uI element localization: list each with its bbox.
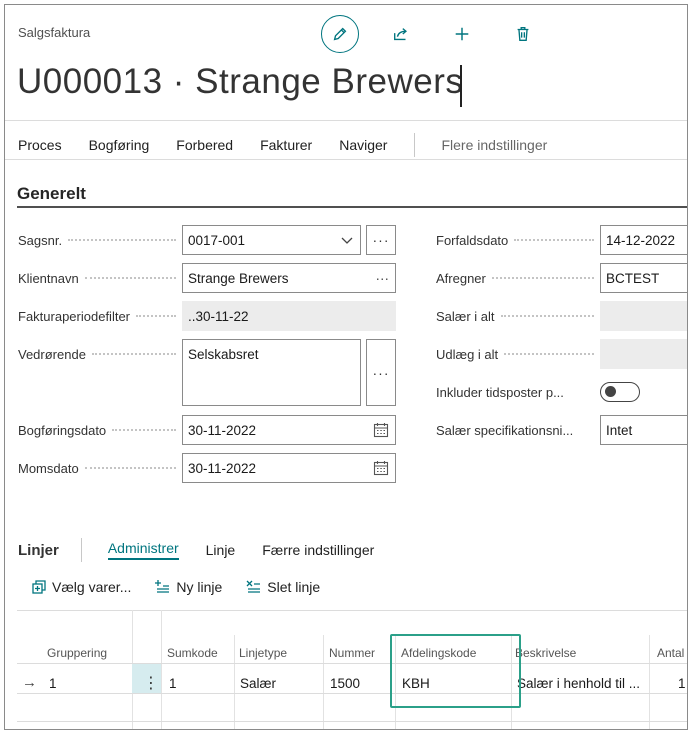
- field-label-vedroerende: Vedrørende: [18, 344, 176, 364]
- cell-gruppering[interactable]: 1: [49, 676, 57, 691]
- cell-sumkode[interactable]: 1: [169, 676, 177, 691]
- udlaeg-i-alt-field: [600, 339, 687, 369]
- field-label-sagsnr: Sagsnr.: [18, 230, 176, 250]
- add-icon[interactable]: [443, 15, 481, 53]
- column-header-antal[interactable]: Antal: [657, 646, 684, 660]
- field-label-afregner: Afregner: [436, 268, 594, 288]
- divider: [5, 120, 687, 121]
- new-line-icon: [155, 580, 170, 593]
- select-items-icon: [32, 580, 46, 594]
- table-row-border: [17, 693, 687, 694]
- page-toolbar: [321, 15, 542, 53]
- row-current-arrow-icon: →: [22, 674, 37, 691]
- grid-column-divider: [234, 635, 235, 729]
- section-underline: [17, 206, 687, 208]
- field-label-klientnavn: Klientnavn: [18, 268, 176, 288]
- action-naviger[interactable]: Naviger: [339, 137, 387, 153]
- bogfoeringsdato-input[interactable]: 30-11-2022: [182, 415, 396, 445]
- column-header-nummer[interactable]: Nummer: [329, 646, 375, 660]
- window: Salgsfaktura U000013 · Strange Brewers P…: [4, 4, 688, 730]
- salaer-specifikation-select[interactable]: Intet: [600, 415, 687, 445]
- afdelingskode-highlight: [390, 634, 521, 708]
- fakturaperiodefilter-field: ..30-11-22: [182, 301, 396, 331]
- table-row-border: [17, 721, 687, 722]
- table-row-border: [17, 663, 687, 664]
- divider: [5, 159, 687, 160]
- row-menu-icon[interactable]: ⋮: [143, 673, 159, 693]
- vedroerende-textarea[interactable]: Selskabsret: [182, 339, 361, 406]
- afregner-input[interactable]: BCTEST: [600, 263, 687, 293]
- cell-beskrivelse[interactable]: Salær i henhold til ...: [517, 676, 647, 691]
- chevron-down-icon[interactable]: [340, 233, 354, 247]
- field-label-bogfoeringsdato: Bogføringsdato: [18, 420, 176, 440]
- column-header-sumkode[interactable]: Sumkode: [167, 646, 218, 660]
- calendar-icon[interactable]: [373, 422, 389, 438]
- edit-icon[interactable]: [321, 15, 359, 53]
- share-icon[interactable]: [382, 15, 420, 53]
- field-label-udlaeg-i-alt: Udlæg i alt: [436, 344, 594, 364]
- inkluder-tidsposter-toggle[interactable]: [600, 382, 640, 402]
- action-more-options[interactable]: Flere indstillinger: [441, 137, 547, 153]
- field-label-fakturaperiodefilter: Fakturaperiodefilter: [18, 306, 176, 326]
- tab-faerre-indstillinger[interactable]: Færre indstillinger: [262, 542, 374, 558]
- field-label-salaer-specifikation: Salær specifikationsni...: [436, 422, 574, 438]
- lines-header: Linjer Administrer Linje Færre indstilli…: [18, 538, 401, 562]
- new-line-button[interactable]: Ny linje: [155, 579, 222, 595]
- delete-line-button[interactable]: Slet linje: [246, 579, 320, 595]
- lines-separator: [80, 538, 82, 562]
- sagsnr-input[interactable]: 0017-001: [182, 225, 361, 255]
- lines-action-bar: Vælg varer... Ny linje Slet linje: [31, 579, 344, 595]
- delete-line-icon: [246, 580, 261, 593]
- tab-administrer[interactable]: Administrer: [107, 540, 179, 560]
- select-items-button[interactable]: Vælg varer...: [31, 579, 131, 595]
- cell-antal[interactable]: 1: [678, 676, 686, 691]
- momsdato-input[interactable]: 30-11-2022: [182, 453, 396, 483]
- field-label-momsdato: Momsdato: [18, 458, 176, 478]
- tab-linje[interactable]: Linje: [206, 542, 236, 558]
- field-label-forfaldsdato: Forfaldsdato: [436, 230, 594, 250]
- action-bogfoering[interactable]: Bogføring: [89, 137, 150, 153]
- grid-column-divider: [323, 635, 324, 729]
- section-title-general[interactable]: Generelt: [17, 184, 86, 204]
- vedroerende-lookup-button[interactable]: ···: [366, 339, 396, 406]
- delete-icon[interactable]: [504, 15, 542, 53]
- column-header-beskrivelse[interactable]: Beskrivelse: [515, 646, 576, 660]
- field-label-salaer-i-alt: Salær i alt: [436, 306, 594, 326]
- action-separator: [414, 133, 416, 157]
- action-forbered[interactable]: Forbered: [176, 137, 233, 153]
- column-header-linjetype[interactable]: Linjetype: [239, 646, 287, 660]
- cell-linjetype[interactable]: Salær: [240, 676, 276, 691]
- page-title: U000013 · Strange Brewers: [17, 62, 464, 101]
- action-bar: Proces Bogføring Forbered Fakturer Navig…: [18, 133, 574, 157]
- column-header-gruppering[interactable]: Gruppering: [47, 646, 107, 660]
- grid-column-divider: [161, 610, 162, 729]
- text-caret: [460, 65, 462, 107]
- sagsnr-lookup-button[interactable]: ···: [366, 225, 396, 255]
- klientnavn-lookup-icon[interactable]: ···: [376, 271, 390, 286]
- grid-column-divider: [649, 635, 650, 729]
- grid-top-border: [17, 610, 687, 611]
- klientnavn-input[interactable]: Strange Brewers ···: [182, 263, 396, 293]
- cell-nummer[interactable]: 1500: [330, 676, 360, 691]
- breadcrumb: Salgsfaktura: [18, 25, 91, 40]
- calendar-icon[interactable]: [373, 460, 389, 476]
- salaer-i-alt-field: [600, 301, 687, 331]
- lines-title[interactable]: Linjer: [18, 542, 59, 559]
- field-label-inkluder-tidsposter: Inkluder tidsposter p...: [436, 384, 564, 400]
- action-fakturer[interactable]: Fakturer: [260, 137, 312, 153]
- action-proces[interactable]: Proces: [18, 137, 62, 153]
- forfaldsdato-input[interactable]: 14-12-2022: [600, 225, 687, 255]
